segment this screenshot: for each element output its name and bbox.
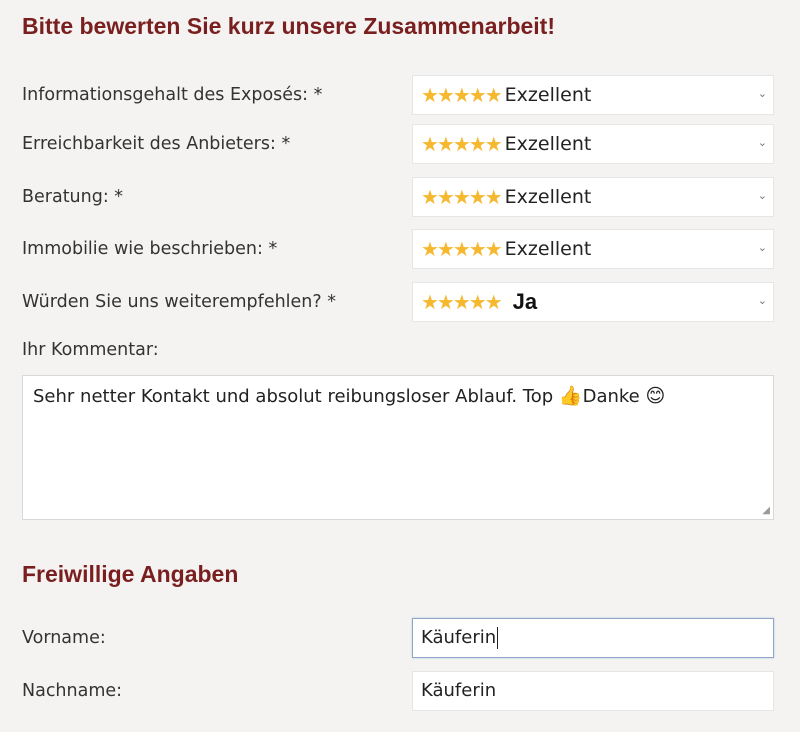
rating-label: Beratung: * [22, 187, 124, 207]
chevron-down-icon: ⌄ [757, 241, 767, 254]
section-title: Freiwillige Angaben [22, 561, 239, 587]
chevron-down-icon: ⌄ [757, 189, 767, 202]
rating-select-expose[interactable]: ★★★★★ Exzellent ⌄ [412, 75, 774, 115]
rating-select-recommend[interactable]: ★★★★★ Ja ⌄ [412, 282, 774, 322]
star-icons: ★★★★★ [421, 83, 503, 107]
first-name-row: Vorname: Käuferin [0, 618, 800, 658]
rating-value: Exzellent [504, 133, 592, 155]
rating-label: Informationsgehalt des Exposés: * [22, 85, 323, 105]
resize-handle-icon[interactable]: ◢ [762, 504, 770, 517]
star-icons: ★★★★★ [421, 185, 503, 209]
rating-value: Exzellent [504, 186, 592, 208]
first-name-value: Käuferin [421, 627, 497, 648]
comment-text-end: Danke [582, 386, 646, 407]
rating-row-recommend: Würden Sie uns weiterempfehlen? * ★★★★★ … [0, 282, 800, 322]
comment-text: Sehr netter Kontakt und absolut reibungs… [33, 386, 559, 407]
rating-select-reachability[interactable]: ★★★★★ Exzellent ⌄ [412, 124, 774, 164]
rating-value: Ja [512, 289, 538, 314]
rating-select-property[interactable]: ★★★★★ Exzellent ⌄ [412, 229, 774, 269]
chevron-down-icon: ⌄ [757, 136, 767, 149]
star-icons: ★★★★★ [421, 237, 503, 261]
first-name-input[interactable]: Käuferin [412, 618, 774, 658]
last-name-input[interactable]: Käuferin [412, 671, 774, 711]
chevron-down-icon: ⌄ [757, 294, 767, 307]
star-icons: ★★★★★ [421, 132, 503, 156]
rating-row-consulting: Beratung: * ★★★★★ Exzellent ⌄ [0, 177, 800, 217]
comment-textarea[interactable]: Sehr netter Kontakt und absolut reibungs… [22, 375, 774, 520]
rating-row-property: Immobilie wie beschrieben: * ★★★★★ Exzel… [0, 229, 800, 269]
rating-value: Exzellent [504, 84, 592, 106]
rating-label: Erreichbarkeit des Anbieters: * [22, 134, 291, 154]
star-icons: ★★★★★ [421, 290, 503, 314]
rating-row-reachability: Erreichbarkeit des Anbieters: * ★★★★★ Ex… [0, 124, 800, 164]
thumbs-up-icon: 👍 [558, 385, 583, 407]
page-title: Bitte bewerten Sie kurz unsere Zusammena… [22, 13, 555, 39]
last-name-value: Käuferin [421, 680, 497, 701]
chevron-down-icon: ⌄ [757, 87, 767, 100]
first-name-label: Vorname: [22, 628, 106, 648]
smiley-icon: 😊 [645, 385, 666, 407]
text-caret [497, 627, 499, 649]
rating-label: Immobilie wie beschrieben: * [22, 239, 278, 259]
rating-select-consulting[interactable]: ★★★★★ Exzellent ⌄ [412, 177, 774, 217]
last-name-row: Nachname: Käuferin [0, 671, 800, 711]
rating-label: Würden Sie uns weiterempfehlen? * [22, 292, 336, 312]
comment-label: Ihr Kommentar: [22, 340, 159, 360]
last-name-label: Nachname: [22, 681, 123, 701]
rating-row-exposé: Informationsgehalt des Exposés: * ★★★★★ … [0, 75, 800, 115]
rating-value: Exzellent [504, 238, 592, 260]
